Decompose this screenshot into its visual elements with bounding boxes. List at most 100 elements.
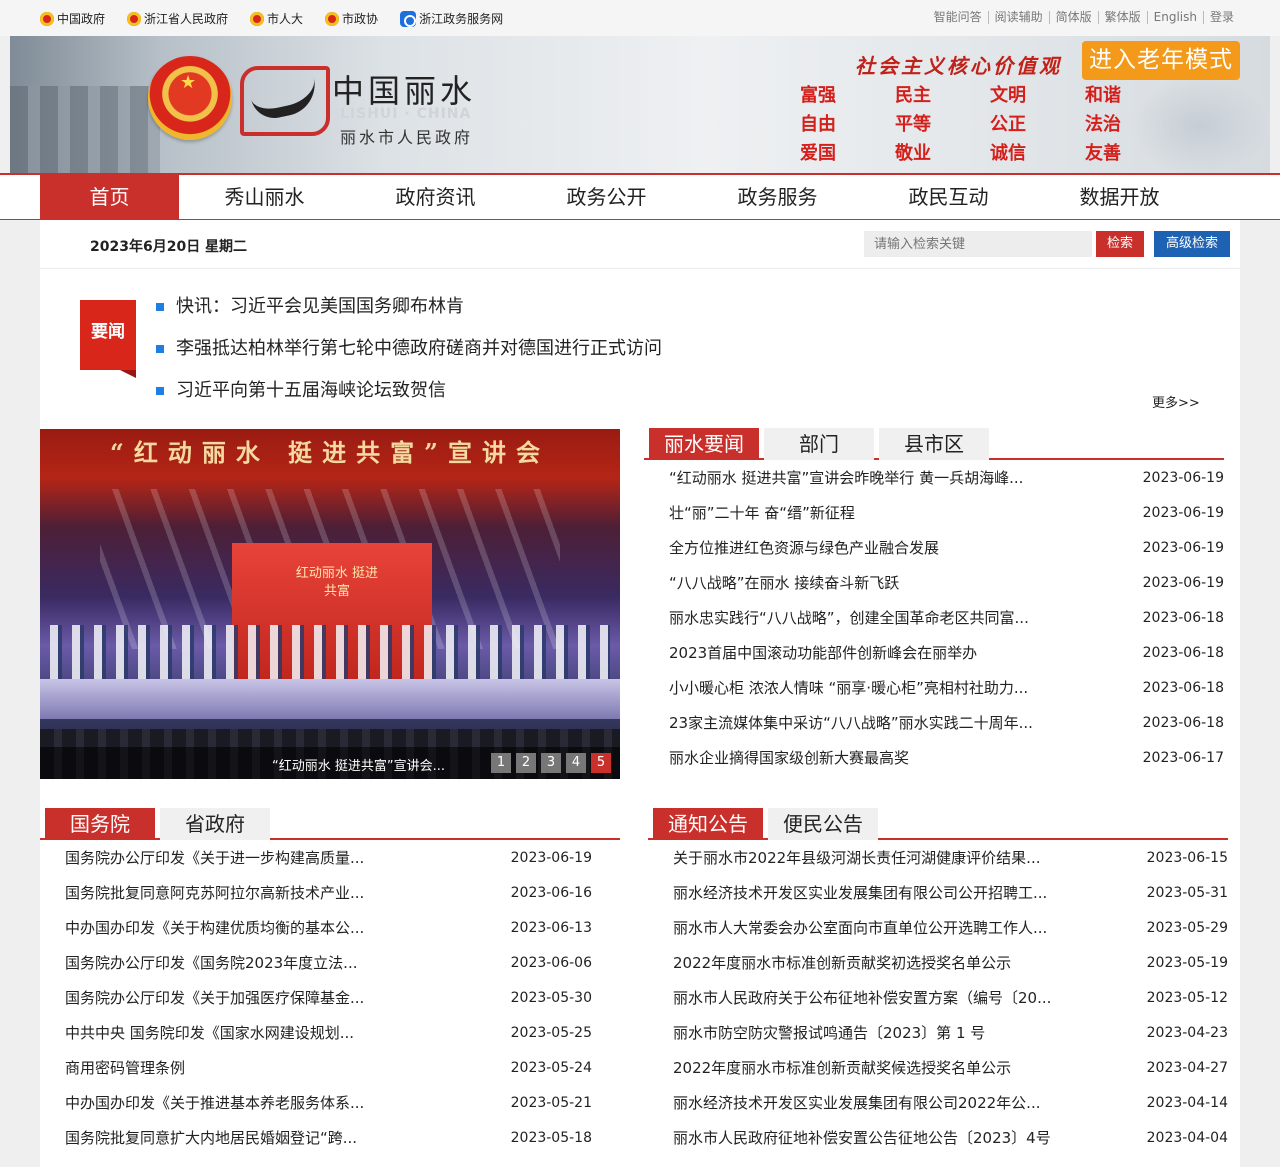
list-item[interactable]: 丽水市人民政府征地补偿安置公告征地公告〔2023〕4号 2023-04-04 (673, 1121, 1228, 1156)
item-date: 2023-06-15 (1146, 850, 1228, 866)
list-item[interactable]: 国务院办公厅印发《关于加强医疗保障基金... 2023-05-30 (65, 981, 592, 1016)
top-bar: 中国政府 浙江省人民政府 市人大 市政协 浙江政务服务网 智能问答 阅读辅助 简… (0, 0, 1280, 36)
search-input[interactable] (864, 231, 1092, 257)
item-date: 2023-06-13 (510, 920, 592, 936)
nav-interaction[interactable]: 政民互动 (863, 175, 1034, 219)
list-item[interactable]: 23家主流媒体集中采访“八八战略”丽水实践二十周年... 2023-06-18 (669, 706, 1224, 741)
national-emblem-icon (40, 11, 54, 26)
npc-emblem-icon (250, 11, 265, 26)
list-item[interactable]: 关于丽水市2022年县级河湖长责任河湖健康评价结果... 2023-06-15 (673, 841, 1228, 876)
list-item[interactable]: 商用密码管理条例 2023-05-24 (65, 1051, 592, 1086)
link-china-gov[interactable]: 中国政府 (40, 10, 105, 27)
item-title: 国务院批复同意阿克苏阿拉尔高新技术产业... (65, 884, 365, 902)
list-item[interactable]: 丽水市防空防灾警报试鸣通告〔2023〕第 1 号 2023-04-23 (673, 1016, 1228, 1051)
tool-traditional[interactable]: 繁体版 (1097, 11, 1147, 24)
list-item[interactable]: 丽水企业摘得国家级创新大赛最高奖 2023-06-17 (669, 741, 1224, 776)
tool-smart-qa[interactable]: 智能问答 (928, 11, 988, 24)
list-item[interactable]: 国务院办公厅印发《国务院2023年度立法... 2023-06-06 (65, 946, 592, 981)
nav-gov-affairs[interactable]: 政务公开 (521, 175, 692, 219)
carousel-caption[interactable]: “红动丽水 挺进共富”宣讲会... (272, 755, 445, 774)
core-values-grid: 富强 民主 文明 和谐 自由 平等 公正 法治 爱国 敬业 诚信 友善 (800, 84, 1180, 165)
list-item[interactable]: 国务院批复同意阿克苏阿拉尔高新技术产业... 2023-06-16 (65, 876, 592, 911)
nav-scenery[interactable]: 秀山丽水 (179, 175, 350, 219)
item-date: 2023-05-19 (1146, 955, 1228, 971)
link-label: 中国政府 (57, 12, 106, 26)
list-item[interactable]: 丽水经济技术开发区实业发展集团有限公司公开招聘工... 2023-05-31 (673, 876, 1228, 911)
headline-item[interactable]: 快讯：习近平会见美国国务卿布林肯 (156, 286, 662, 328)
item-title: “红动丽水 挺进共富”宣讲会昨晚举行 黄一兵胡海峰... (669, 469, 1024, 487)
tab-province-gov[interactable]: 省政府 (160, 808, 270, 840)
item-title: 丽水企业摘得国家级创新大赛最高奖 (669, 749, 910, 767)
advanced-search-button[interactable]: 高级检索 (1154, 231, 1230, 257)
link-cppcc[interactable]: 市政协 (325, 10, 378, 27)
headline-title: 快讯：习近平会见美国国务卿布林肯 (176, 296, 464, 317)
tool-reading-aid[interactable]: 阅读辅助 (987, 11, 1049, 24)
link-zj-service[interactable]: 浙江政务服务网 (400, 10, 503, 27)
carousel-page-3[interactable]: 3 (541, 753, 561, 773)
item-title: 丽水经济技术开发区实业发展集团有限公司公开招聘工... (673, 884, 1048, 902)
list-item[interactable]: 丽水市人大常委会办公室面向市直单位公开选聘工作人... 2023-05-29 (673, 911, 1228, 946)
link-label: 浙江省人民政府 (144, 12, 229, 26)
main-content: 2023年6月20日 星期二 检索 高级检索 要闻 快讯：习近平会见美国国务卿布… (40, 220, 1240, 1167)
list-item[interactable]: “红动丽水 挺进共富”宣讲会昨晚举行 黄一兵胡海峰... 2023-06-19 (669, 461, 1224, 496)
item-date: 2023-06-18 (1142, 680, 1224, 696)
lishui-logo-icon[interactable] (240, 66, 330, 136)
link-npc[interactable]: 市人大 (250, 10, 303, 27)
list-item[interactable]: 中办国办印发《关于推进基本养老服务体系... 2023-05-21 (65, 1086, 592, 1121)
headline-item[interactable]: 李强抵达柏林举行第七轮中德政府磋商并对德国进行正式访问 (156, 328, 662, 370)
current-date: 2023年6月20日 星期二 (90, 239, 248, 255)
item-title: 国务院批复同意扩大内地居民婚姻登记“跨... (65, 1129, 358, 1147)
item-title: 中办国办印发《关于构建优质均衡的基本公... (65, 919, 365, 937)
item-title: 商用密码管理条例 (65, 1059, 186, 1077)
tab-public-notices[interactable]: 便民公告 (768, 808, 878, 840)
item-date: 2023-06-19 (1142, 470, 1224, 486)
carousel-page-1[interactable]: 1 (491, 753, 511, 773)
tool-login[interactable]: 登录 (1202, 11, 1240, 24)
item-title: 壮“丽”二十年 奋“缙”新征程 (669, 504, 855, 522)
carousel-page-2[interactable]: 2 (516, 753, 536, 773)
item-title: 丽水市防空防灾警报试鸣通告〔2023〕第 1 号 (673, 1024, 986, 1042)
list-item[interactable]: 国务院办公厅印发《关于进一步构建高质量... 2023-06-19 (65, 841, 592, 876)
list-item[interactable]: 2022年度丽水市标准创新贡献奖初选授奖名单公示 2023-05-19 (673, 946, 1228, 981)
item-date: 2023-05-29 (1146, 920, 1228, 936)
item-date: 2023-04-14 (1146, 1095, 1228, 1111)
list-item[interactable]: 丽水忠实践行“八八战略”，创建全国革命老区共同富... 2023-06-18 (669, 601, 1224, 636)
list-item[interactable]: 壮“丽”二十年 奋“缙”新征程 2023-06-19 (669, 496, 1224, 531)
link-label: 市政协 (342, 12, 379, 26)
elder-mode-button[interactable]: 进入老年模式 (1082, 41, 1240, 80)
list-item[interactable]: “八八战略”在丽水 接续奋斗新飞跃 2023-06-19 (669, 566, 1224, 601)
tab-departments[interactable]: 部门 (764, 428, 874, 460)
list-item[interactable]: 丽水经济技术开发区实业发展集团有限公司2022年公... 2023-04-14 (673, 1086, 1228, 1121)
nav-open-data[interactable]: 数据开放 (1034, 175, 1205, 219)
list-item[interactable]: 2022年度丽水市标准创新贡献奖候选授奖名单公示 2023-04-27 (673, 1051, 1228, 1086)
list-item[interactable]: 中共中央 国务院印发《国家水网建设规划... 2023-05-25 (65, 1016, 592, 1051)
photo-carousel[interactable]: “红动丽水 挺进共富”宣讲会 红动丽水 挺进共富 “红动丽水 挺进共富”宣讲会.… (40, 429, 620, 779)
list-item[interactable]: 全方位推进红色资源与绿色产业融合发展 2023-06-19 (669, 531, 1224, 566)
more-headlines-link[interactable]: 更多>> (1152, 392, 1200, 411)
list-item[interactable]: 国务院批复同意扩大内地居民婚姻登记“跨... 2023-05-18 (65, 1121, 592, 1156)
headline-item[interactable]: 习近平向第十五届海峡论坛致贺信 (156, 370, 662, 412)
list-item[interactable]: 丽水市人民政府关于公布征地补偿安置方案（编号〔20... 2023-05-12 (673, 981, 1228, 1016)
headline-title: 李强抵达柏林举行第七轮中德政府磋商并对德国进行正式访问 (176, 338, 662, 359)
core-value: 法治 (1085, 114, 1121, 135)
tool-simplified[interactable]: 简体版 (1048, 11, 1098, 24)
item-title: 国务院办公厅印发《关于加强医疗保障基金... (65, 989, 365, 1007)
nav-home[interactable]: 首页 (40, 175, 179, 219)
search-button[interactable]: 检索 (1096, 231, 1144, 257)
tool-english[interactable]: English (1146, 11, 1203, 24)
item-date: 2023-06-18 (1142, 645, 1224, 661)
list-item[interactable]: 小小暖心柜 浓浓人情味 “丽享·暖心柜”亮相村社助力... 2023-06-18 (669, 671, 1224, 706)
list-item[interactable]: 中办国办印发《关于构建优质均衡的基本公... 2023-06-13 (65, 911, 592, 946)
tab-notices[interactable]: 通知公告 (653, 808, 763, 840)
core-value: 文明 (990, 85, 1026, 106)
bullet-icon (156, 303, 164, 311)
carousel-page-4[interactable]: 4 (566, 753, 586, 773)
list-item[interactable]: 2023首届中国滚动功能部件创新峰会在丽举办 2023-06-18 (669, 636, 1224, 671)
tab-state-council[interactable]: 国务院 (45, 808, 155, 840)
tab-counties[interactable]: 县市区 (879, 428, 989, 460)
nav-gov-services[interactable]: 政务服务 (692, 175, 863, 219)
nav-gov-news[interactable]: 政府资讯 (350, 175, 521, 219)
tab-lishui-news[interactable]: 丽水要闻 (649, 428, 759, 460)
carousel-page-5[interactable]: 5 (591, 753, 611, 773)
link-zhejiang-gov[interactable]: 浙江省人民政府 (127, 10, 228, 27)
